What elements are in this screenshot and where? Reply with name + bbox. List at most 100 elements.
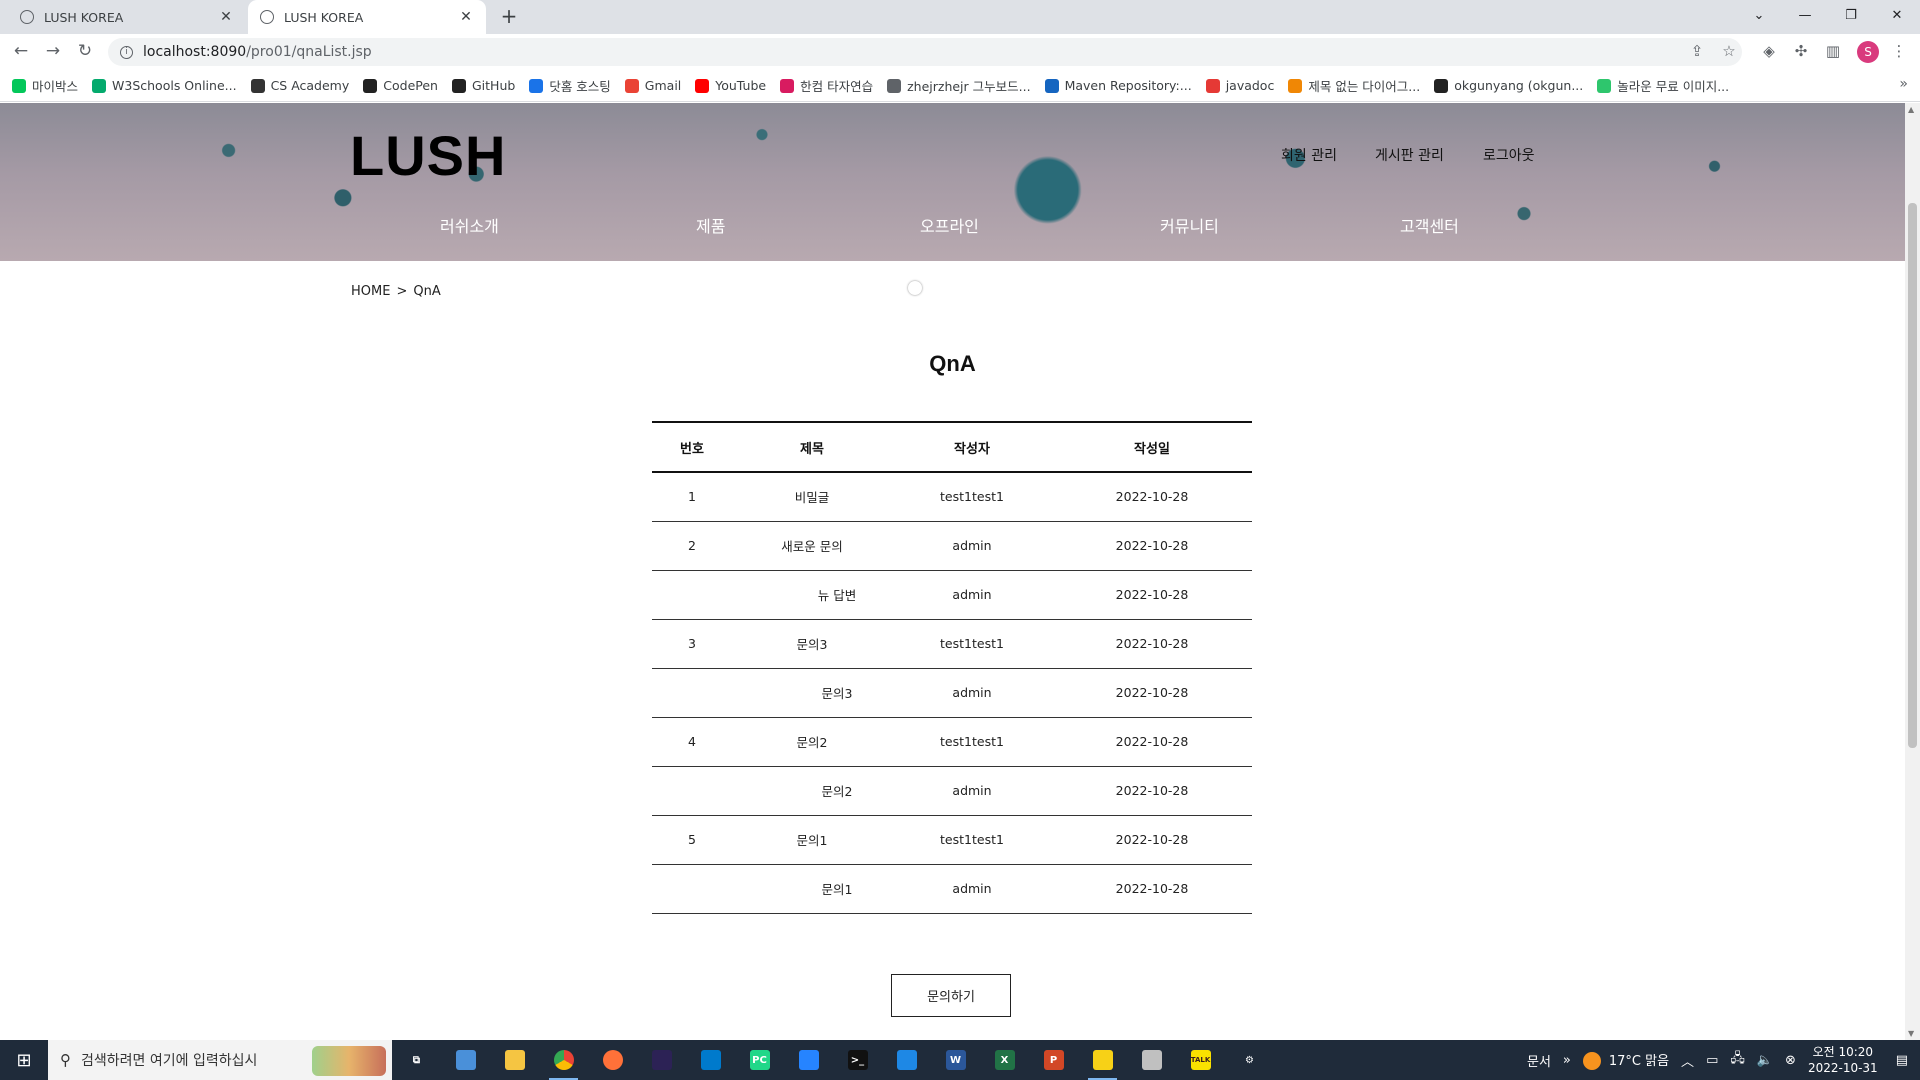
scroll-up-icon[interactable]: ▲ xyxy=(1908,105,1914,114)
scrollbar-thumb[interactable] xyxy=(1908,203,1917,748)
close-tab-icon[interactable]: ✕ xyxy=(458,9,474,25)
bookmark-item[interactable]: zhejrzhejr 그누보드... xyxy=(887,76,1031,95)
bookmark-item[interactable]: okgunyang (okgun... xyxy=(1434,78,1583,93)
table-row-reply[interactable]: 문의1 admin 2022-10-28 xyxy=(652,864,1252,913)
tray-overflow-icon[interactable]: » xyxy=(1563,1053,1571,1068)
cell-title[interactable]: 문의1 xyxy=(732,815,892,864)
bookmark-item[interactable]: 놀라운 무료 이미지... xyxy=(1597,76,1729,95)
menu-kebab-icon[interactable]: ⋮ xyxy=(1888,42,1910,60)
browser-tab[interactable]: LUSH KOREA ✕ xyxy=(8,0,246,34)
taskbar-search-box[interactable]: ⚲ 검색하려면 여기에 입력하십시 xyxy=(48,1040,392,1080)
bookmark-item[interactable]: 닷홈 호스팅 xyxy=(529,76,611,95)
address-bar[interactable]: i localhost:8090/pro01/qnaList.jsp xyxy=(108,38,1742,66)
back-icon[interactable]: ← xyxy=(8,41,34,61)
site-logo[interactable]: LUSH xyxy=(350,123,506,188)
page-scrollbar[interactable]: ▲ ▼ xyxy=(1905,103,1920,1040)
bookmark-item[interactable]: 제목 없는 다이어그... xyxy=(1288,76,1420,95)
bookmark-item[interactable]: GitHub xyxy=(451,78,515,93)
gnb-community[interactable]: 커뮤니티 xyxy=(1160,213,1219,237)
bookmarks-overflow-icon[interactable]: » xyxy=(1899,76,1908,92)
gnb-about[interactable]: 러쉬소개 xyxy=(440,213,499,237)
system-clock[interactable]: 오전 10:20 2022-10-31 xyxy=(1808,1044,1878,1076)
cell-title[interactable]: 새로운 문의 xyxy=(732,521,892,570)
profile-avatar[interactable]: S xyxy=(1857,41,1879,63)
forward-icon[interactable]: → xyxy=(40,41,66,61)
notification-icon[interactable]: ▤ xyxy=(1896,1053,1908,1068)
vscode-icon[interactable] xyxy=(686,1040,735,1080)
table-row-reply[interactable]: 문의3 admin 2022-10-28 xyxy=(652,668,1252,717)
gnb-offline[interactable]: 오프라인 xyxy=(920,213,979,237)
extension-tag-icon[interactable]: ◈ xyxy=(1758,42,1780,60)
bookmark-item[interactable]: Gmail xyxy=(624,78,681,93)
reload-icon[interactable]: ↻ xyxy=(72,41,98,61)
windows-start-icon[interactable]: ⊞ xyxy=(0,1040,48,1080)
gnb-products[interactable]: 제품 xyxy=(696,213,725,237)
minimize-button[interactable]: — xyxy=(1782,0,1828,30)
table-row[interactable]: 2 새로운 문의 admin 2022-10-28 xyxy=(652,521,1252,570)
close-window-button[interactable]: ✕ xyxy=(1874,0,1920,30)
gnb-customer-center[interactable]: 고객센터 xyxy=(1400,213,1459,237)
terminal-icon[interactable]: >_ xyxy=(833,1040,882,1080)
task-view-icon[interactable]: ⧉ xyxy=(392,1040,441,1080)
word-icon[interactable]: W xyxy=(931,1040,980,1080)
powerpoint-icon[interactable]: P xyxy=(1029,1040,1078,1080)
app-icon[interactable] xyxy=(441,1040,490,1080)
util-link-member-admin[interactable]: 회원 관리 xyxy=(1281,145,1337,165)
table-row-reply[interactable]: 문의2 admin 2022-10-28 xyxy=(652,766,1252,815)
table-row[interactable]: 5 문의1 test1test1 2022-10-28 xyxy=(652,815,1252,864)
excel-icon[interactable]: X xyxy=(980,1040,1029,1080)
ime-icon[interactable]: ⊗ xyxy=(1785,1053,1796,1068)
table-row[interactable]: 4 문의2 test1test1 2022-10-28 xyxy=(652,717,1252,766)
volume-icon[interactable]: 🔈 xyxy=(1757,1053,1773,1068)
bookmark-item[interactable]: Maven Repository:... xyxy=(1044,78,1192,93)
settings-icon[interactable]: ⚙ xyxy=(1225,1040,1274,1080)
side-panel-icon[interactable]: ▥ xyxy=(1822,42,1844,60)
browser-tab-active[interactable]: LUSH KOREA ✕ xyxy=(248,0,486,34)
network-icon[interactable]: 🖧 xyxy=(1730,1049,1745,1071)
kakaotalk-icon[interactable]: TALK xyxy=(1176,1040,1225,1080)
util-link-board-admin[interactable]: 게시판 관리 xyxy=(1375,145,1444,165)
table-row[interactable]: 1 비밀글 test1test1 2022-10-28 xyxy=(652,472,1252,521)
new-tab-button[interactable]: + xyxy=(496,4,522,28)
weather-widget[interactable]: 17°C 맑음 xyxy=(1582,1050,1669,1071)
sourcetree-icon[interactable] xyxy=(784,1040,833,1080)
cell-title[interactable]: 문의3 xyxy=(732,668,892,717)
pycharm-icon[interactable]: PC xyxy=(735,1040,784,1080)
share-icon[interactable]: ⇪ xyxy=(1686,42,1708,60)
file-explorer-icon[interactable] xyxy=(490,1040,539,1080)
bookmark-item[interactable]: YouTube xyxy=(695,78,766,93)
close-tab-icon[interactable]: ✕ xyxy=(218,9,234,25)
bookmark-item[interactable]: CS Academy xyxy=(250,78,349,93)
bookmark-item[interactable]: CodePen xyxy=(363,78,438,93)
cell-title[interactable]: 문의2 xyxy=(732,766,892,815)
meet-now-icon[interactable]: ▭ xyxy=(1706,1053,1718,1068)
table-row[interactable]: 3 문의3 test1test1 2022-10-28 xyxy=(652,619,1252,668)
show-hidden-icons[interactable]: ︿ xyxy=(1681,1051,1694,1070)
firefox-icon[interactable] xyxy=(588,1040,637,1080)
table-row-reply[interactable]: 뉴 답변 admin 2022-10-28 xyxy=(652,570,1252,619)
site-info-icon[interactable]: i xyxy=(120,45,133,59)
bookmark-item[interactable]: javadoc xyxy=(1205,78,1274,93)
chrome-icon[interactable] xyxy=(539,1040,588,1080)
ask-question-button[interactable]: 문의하기 xyxy=(891,974,1011,1017)
tab-search-icon[interactable]: ⌄ xyxy=(1736,0,1782,30)
cell-title[interactable]: 비밀글 xyxy=(732,472,892,521)
bookmark-item[interactable]: 마이박스 xyxy=(12,76,78,95)
scroll-down-icon[interactable]: ▼ xyxy=(1908,1029,1914,1038)
extensions-puzzle-icon[interactable]: ✣ xyxy=(1790,42,1812,60)
breadcrumb-home[interactable]: HOME xyxy=(351,284,390,299)
restore-button[interactable]: ❐ xyxy=(1828,0,1874,30)
eclipse-icon[interactable] xyxy=(637,1040,686,1080)
util-link-logout[interactable]: 로그아웃 xyxy=(1483,145,1535,165)
cell-title[interactable]: 문의3 xyxy=(732,619,892,668)
bookmark-star-icon[interactable]: ☆ xyxy=(1718,42,1740,60)
app2-icon[interactable] xyxy=(882,1040,931,1080)
bookmark-item[interactable]: 한컴 타자연습 xyxy=(780,76,873,95)
sticky-notes-icon[interactable] xyxy=(1078,1040,1127,1080)
cell-title[interactable]: 뉴 답변 xyxy=(732,570,892,619)
cloud-icon[interactable] xyxy=(1127,1040,1176,1080)
tray-label[interactable]: 문서 xyxy=(1527,1051,1551,1070)
bookmark-item[interactable]: W3Schools Online... xyxy=(92,78,237,93)
cell-title[interactable]: 문의1 xyxy=(732,864,892,913)
cell-title[interactable]: 문의2 xyxy=(732,717,892,766)
